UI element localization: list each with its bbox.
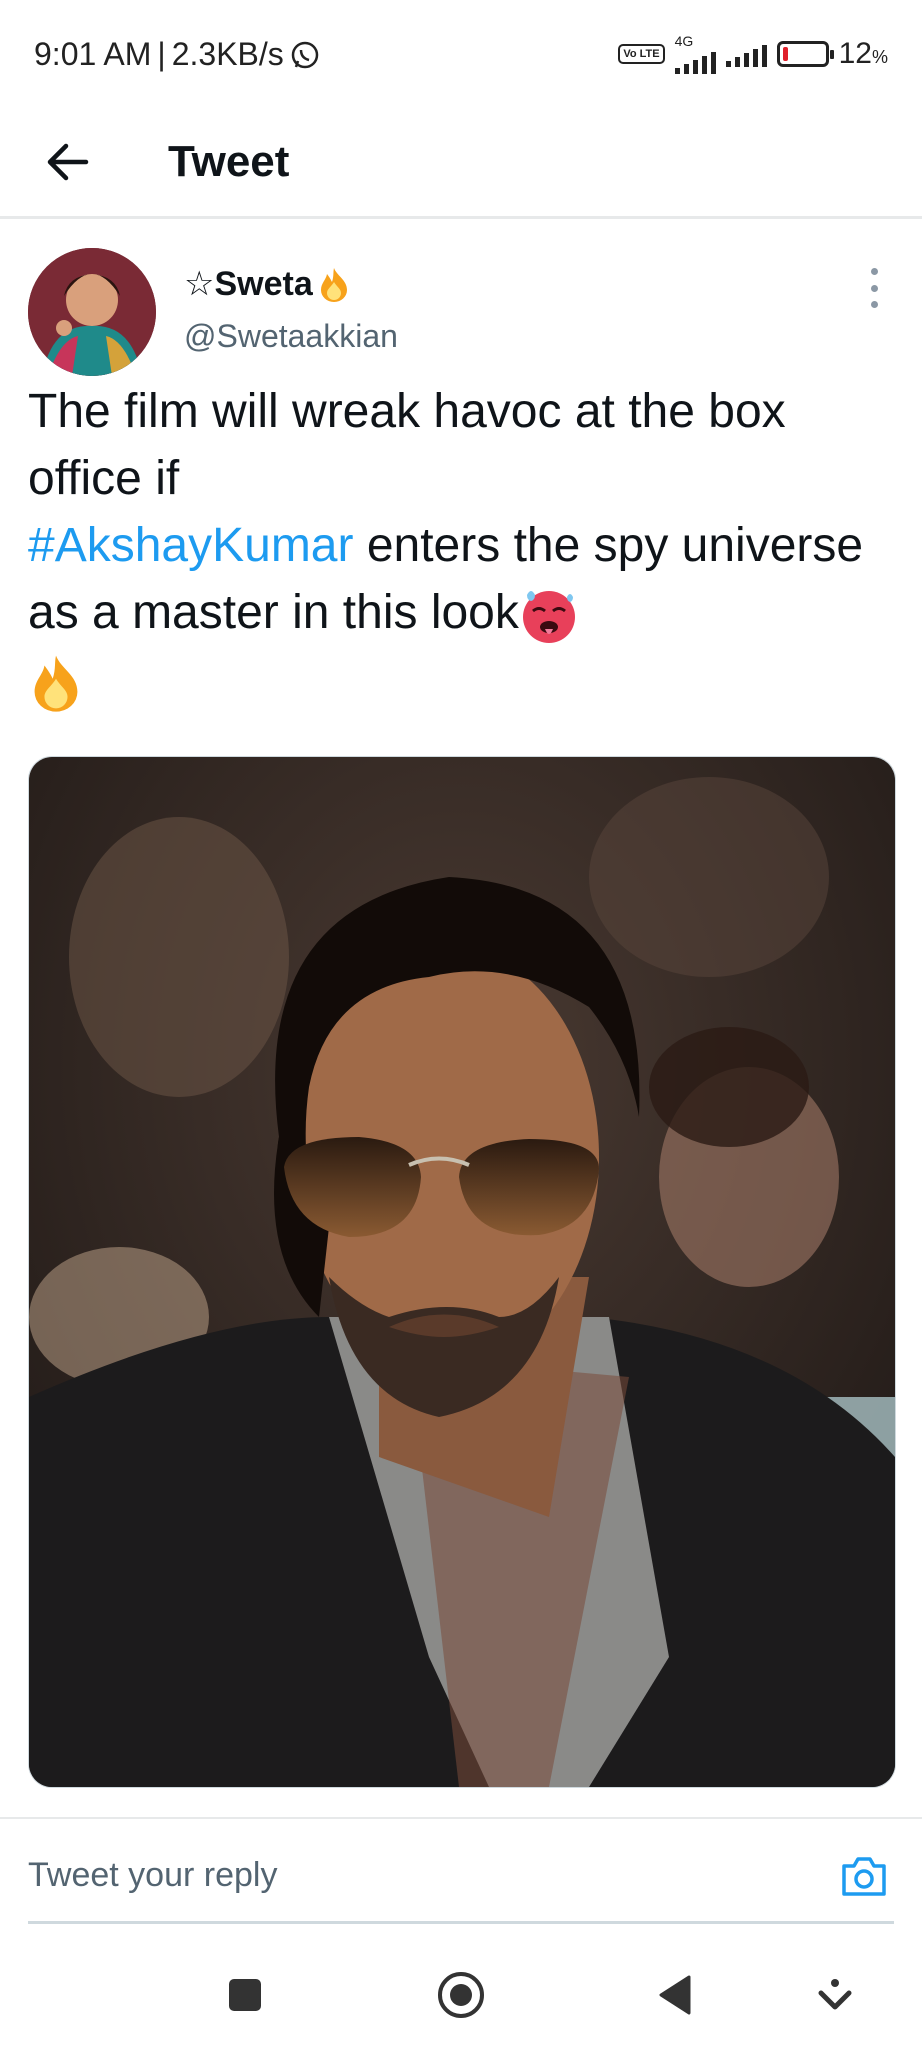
triangle-back-icon bbox=[659, 1975, 691, 2015]
avatar-image bbox=[28, 248, 156, 376]
author-handle[interactable]: @Swetaakkian bbox=[184, 318, 398, 355]
signal-icon bbox=[674, 48, 716, 74]
author-name[interactable]: ☆Sweta bbox=[184, 264, 351, 304]
page-title: Tweet bbox=[168, 137, 290, 186]
status-right: Vo LTE 4G 12% bbox=[618, 34, 888, 74]
status-bar: 9:01 AM | 2.3KB/s Vo LTE 4G 12% bbox=[0, 0, 922, 110]
top-header: Tweet bbox=[0, 110, 922, 219]
down-arrow-icon bbox=[818, 1979, 852, 2010]
recent-apps-button[interactable] bbox=[220, 1970, 270, 2020]
arrow-left-icon bbox=[47, 143, 89, 181]
more-options-button[interactable] bbox=[862, 268, 886, 308]
divider bbox=[0, 1817, 922, 1819]
back-button[interactable] bbox=[36, 130, 100, 194]
more-dot bbox=[870, 301, 878, 308]
battery-icon bbox=[776, 41, 834, 67]
network-speed: 2.3KB/s bbox=[171, 36, 284, 72]
android-nav-bar bbox=[0, 1936, 922, 2048]
home-button[interactable] bbox=[436, 1970, 486, 2020]
circle-home-icon bbox=[438, 1972, 484, 2018]
nav-down-button[interactable] bbox=[810, 1970, 860, 2020]
network-type: 4G bbox=[674, 33, 694, 49]
camera-icon bbox=[842, 1857, 886, 1896]
more-dot bbox=[870, 268, 878, 275]
square-icon bbox=[229, 1979, 261, 2011]
avatar[interactable] bbox=[28, 248, 156, 376]
fire-emoji bbox=[320, 268, 347, 302]
whatsapp-icon bbox=[291, 41, 319, 68]
battery-percent: 12 bbox=[838, 37, 872, 70]
tweet-photo[interactable] bbox=[28, 756, 896, 1788]
hot-face-emoji bbox=[522, 591, 575, 644]
status-time: 9:01 AM bbox=[34, 36, 152, 72]
more-dot bbox=[870, 284, 878, 292]
status-left: 9:01 AM | 2.3KB/s bbox=[34, 36, 320, 73]
camera-button[interactable] bbox=[840, 1852, 888, 1900]
fire-emoji bbox=[34, 655, 78, 712]
tweet-text: The film will wreak havoc at the box off… bbox=[28, 378, 878, 713]
reply-input[interactable]: Tweet your reply bbox=[28, 1856, 277, 1895]
signal-icon-2 bbox=[725, 41, 767, 67]
photo-image bbox=[29, 757, 895, 1787]
reply-underline bbox=[28, 1921, 894, 1924]
back-nav-button[interactable] bbox=[650, 1970, 700, 2020]
volte-icon: Vo LTE bbox=[618, 44, 665, 64]
hashtag-link[interactable]: #AkshayKumar bbox=[28, 519, 353, 572]
